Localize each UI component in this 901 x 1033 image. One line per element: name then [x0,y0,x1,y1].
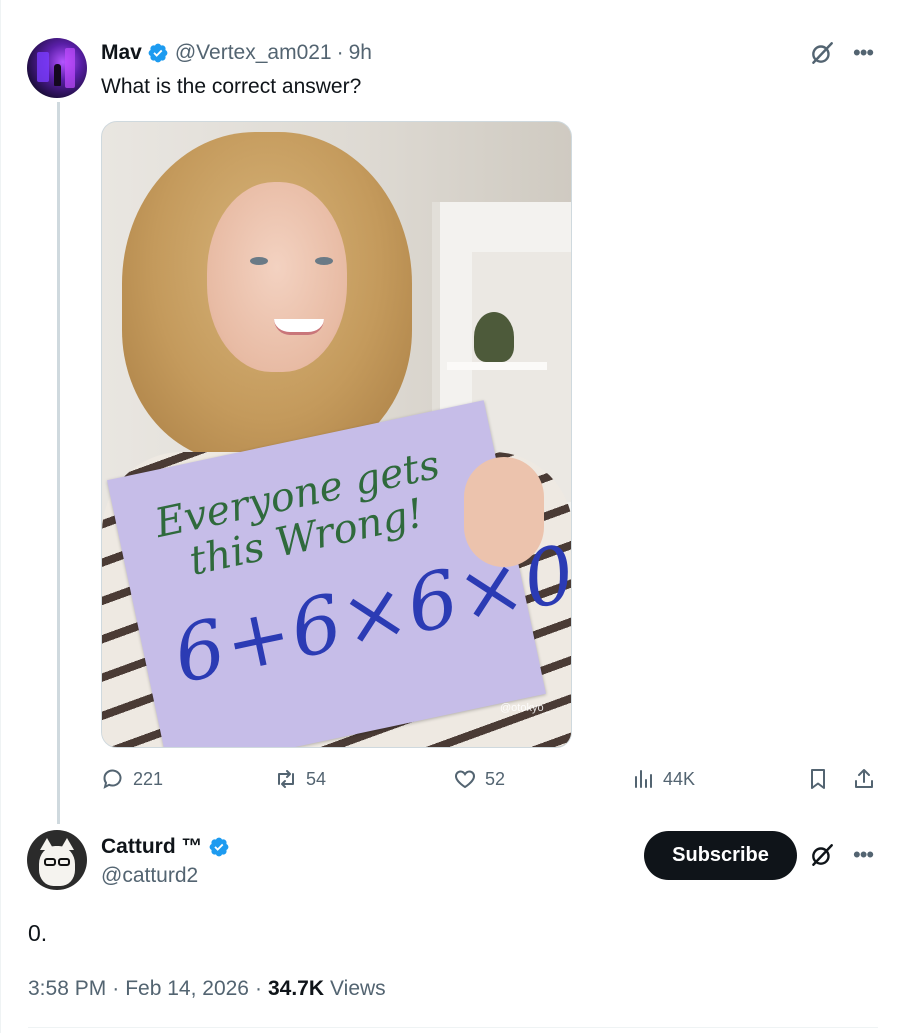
views-count: 44K [663,768,696,789]
tweet-timestamp[interactable]: 9h [349,41,372,65]
repost-button[interactable]: 54 [274,767,326,791]
bookmark-button[interactable] [806,767,830,791]
reply-button[interactable]: 221 [101,767,163,791]
author-name[interactable]: Mav [101,41,142,65]
more-icon[interactable]: ••• [853,42,874,64]
reply-tweet-corner-actions: ••• [809,842,874,868]
like-count: 52 [485,768,506,789]
reply-author-header: Catturd ™ [101,833,230,861]
more-icon[interactable]: ••• [853,844,874,866]
photo-person-hand [464,457,544,567]
heart-icon [455,770,475,789]
like-button[interactable]: 52 [453,767,505,791]
parent-tweet-header: Mav @Vertex_am021 · 9h [101,40,372,66]
reply-date[interactable]: Feb 14, 2026 [125,977,249,1001]
repost-icon [278,770,294,788]
separator-dot: · [254,977,262,1000]
grok-icon[interactable] [809,842,835,868]
views-chart-icon [635,770,652,788]
repost-count: 54 [306,768,327,789]
reply-views-count: 34.7K [267,977,325,1000]
reply-icon [103,769,122,789]
reply-author-handle[interactable]: @catturd2 [101,864,198,888]
parent-tweet-action-bar: 221 54 52 44K [101,767,881,797]
grok-icon[interactable] [809,40,835,66]
reply-tweet-metadata: 3:58 PM · Feb 14, 2026 · 34.7K Views [28,977,386,1001]
thread-connector-line [57,102,60,824]
reply-time[interactable]: 3:58 PM [28,977,106,1001]
separator-dot: · [336,41,344,64]
tweet-detail-page: Mav @Vertex_am021 · 9h ••• What is the c… [0,0,901,1033]
reply-count: 221 [133,768,164,789]
share-icon [855,769,873,788]
verified-badge-icon [148,43,168,63]
views-button[interactable]: 44K [631,767,695,791]
mav-avatar[interactable] [27,38,87,98]
subscribe-button[interactable]: Subscribe [644,831,797,880]
verified-badge-icon [209,837,228,857]
catturd-avatar[interactable] [27,830,87,890]
tweet-photo[interactable]: Everyone gets this Wrong! 6+6×6×0 @otoky… [101,121,572,748]
reply-tweet-text: 0. [28,920,48,946]
share-button[interactable] [852,767,876,791]
photo-person-face [207,182,347,372]
parent-tweet-text: What is the correct answer? [101,75,362,98]
reply-views-label: Views [330,977,386,1000]
bookmark-icon [811,769,825,789]
separator-dot: · [112,977,120,1000]
divider [28,1027,878,1028]
parent-tweet-corner-actions: ••• [809,40,874,66]
reply-author-name[interactable]: Catturd ™ [101,835,203,859]
author-handle[interactable]: @Vertex_am021 [175,41,332,65]
photo-watermark: @otokyo_ [500,702,550,714]
